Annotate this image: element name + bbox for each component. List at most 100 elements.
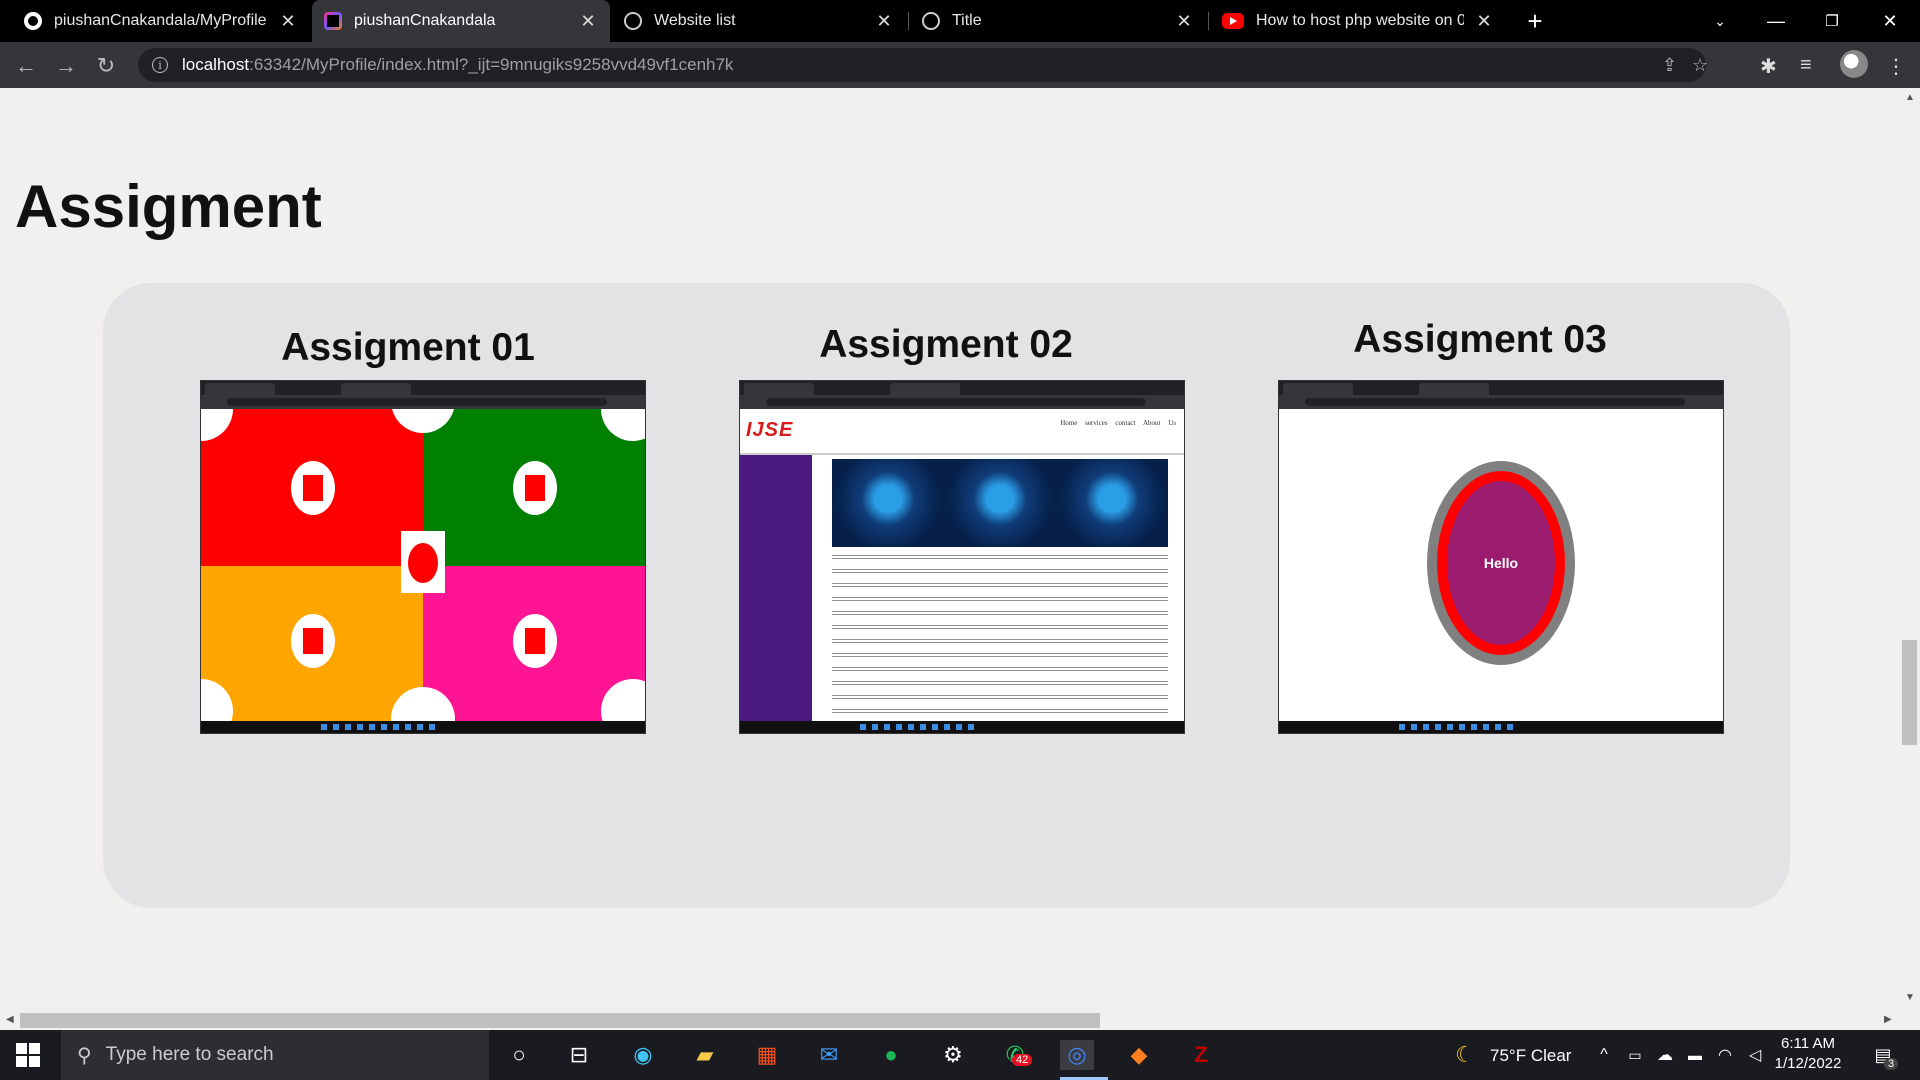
vertical-scroll-thumb[interactable] bbox=[1902, 640, 1917, 745]
close-icon[interactable]: ✕ bbox=[578, 11, 598, 32]
globe-icon bbox=[624, 12, 642, 30]
tab-search-icon[interactable]: ⌄ bbox=[1692, 0, 1748, 42]
taskbar-clock[interactable]: 6:11 AM 1/12/2022 bbox=[1768, 1034, 1848, 1074]
ijse-banner bbox=[832, 459, 1168, 547]
horizontal-scroll-thumb[interactable] bbox=[20, 1013, 1100, 1028]
globe-icon bbox=[922, 12, 940, 30]
spotify-icon[interactable]: ● bbox=[874, 1040, 908, 1070]
thumb-content: Hello bbox=[1279, 409, 1723, 723]
avatar[interactable] bbox=[1840, 50, 1868, 78]
text-block bbox=[832, 695, 1168, 701]
tab-separator bbox=[1208, 12, 1209, 30]
text-block bbox=[832, 667, 1168, 673]
intellij-taskbar-icon[interactable]: ◆ bbox=[1122, 1040, 1156, 1070]
tab-github[interactable]: piushanCnakandala/MyProfile: th ✕ bbox=[12, 0, 310, 42]
white-circle bbox=[291, 461, 335, 515]
red-square bbox=[525, 628, 545, 654]
chrome-icon[interactable]: ◎ bbox=[1060, 1040, 1094, 1070]
address-bar[interactable]: i localhost:63342/MyProfile/index.html?_… bbox=[138, 48, 1708, 82]
back-arrow-icon[interactable]: ← bbox=[10, 50, 42, 82]
search-placeholder: Type here to search bbox=[105, 1044, 274, 1065]
onedrive-icon[interactable]: ☁ bbox=[1648, 1040, 1682, 1070]
tab-title-page[interactable]: Title ✕ bbox=[910, 0, 1206, 42]
text-block bbox=[832, 681, 1168, 687]
settings-gear-icon[interactable]: ⚙ bbox=[936, 1040, 970, 1070]
text-block bbox=[832, 653, 1168, 659]
tab-separator bbox=[908, 12, 909, 30]
battery-icon[interactable]: ▬ bbox=[1678, 1040, 1712, 1070]
weather-moon-icon: ☾ bbox=[1455, 1042, 1475, 1067]
store-icon[interactable]: ▦ bbox=[750, 1040, 784, 1070]
windows-start-icon[interactable] bbox=[16, 1043, 40, 1067]
tab-title: piushanCnakandala bbox=[354, 12, 496, 29]
close-window-button[interactable]: ✕ bbox=[1862, 0, 1918, 42]
weather-text[interactable]: 75°F Clear bbox=[1490, 1046, 1571, 1066]
ijse-sidebar bbox=[740, 455, 812, 723]
text-block bbox=[832, 569, 1168, 575]
tab-youtube[interactable]: How to host php website on 000 ✕ bbox=[1210, 0, 1506, 42]
ijse-logo: IJSE bbox=[746, 419, 794, 441]
thumb-tab bbox=[205, 383, 275, 395]
tab-title: Title bbox=[952, 12, 982, 29]
scroll-right-arrow-icon[interactable]: ▶ bbox=[1884, 1014, 1892, 1025]
star-icon[interactable]: ☆ bbox=[1692, 55, 1708, 76]
clock-time: 6:11 AM bbox=[1781, 1035, 1835, 1052]
tab-website-list[interactable]: Website list ✕ bbox=[612, 0, 906, 42]
edge-icon[interactable]: ◉ bbox=[626, 1040, 660, 1070]
scroll-up-arrow-icon[interactable]: ▲ bbox=[1905, 92, 1915, 103]
clock-date: 1/12/2022 bbox=[1774, 1055, 1842, 1072]
text-block bbox=[832, 583, 1168, 589]
close-icon[interactable]: ✕ bbox=[278, 11, 298, 32]
assignment-03-title: Assigment 03 bbox=[1353, 318, 1607, 361]
tab-strip: piushanCnakandala/MyProfile: th ✕ piusha… bbox=[0, 0, 1920, 42]
info-icon[interactable]: i bbox=[152, 57, 168, 73]
cortana-icon[interactable]: ○ bbox=[502, 1040, 536, 1070]
extensions-icon[interactable]: ✱ bbox=[1760, 54, 1777, 79]
thumb-taskbar bbox=[740, 721, 1184, 733]
wifi-icon[interactable]: ◠ bbox=[1708, 1040, 1742, 1070]
reading-list-icon[interactable]: ≡ bbox=[1800, 54, 1812, 77]
filezilla-icon[interactable]: Z bbox=[1184, 1040, 1218, 1070]
thumb-addressbar bbox=[201, 395, 645, 409]
text-block bbox=[832, 639, 1168, 645]
orange-quadrant bbox=[201, 566, 423, 723]
hello-label: Hello bbox=[1447, 481, 1555, 645]
whatsapp-badge: 42 bbox=[1012, 1054, 1033, 1066]
thumb-tabbar bbox=[1279, 381, 1723, 395]
tab-intellij[interactable]: piushanCnakandala ✕ bbox=[312, 0, 610, 42]
task-view-icon[interactable]: ⊟ bbox=[562, 1040, 596, 1070]
restore-button[interactable]: ❐ bbox=[1804, 0, 1860, 42]
url-text[interactable]: localhost:63342/MyProfile/index.html?_ij… bbox=[182, 55, 733, 75]
white-circle bbox=[513, 461, 557, 515]
thumb-content: IJSE Home services contact About Us bbox=[740, 409, 1184, 723]
close-icon[interactable]: ✕ bbox=[1174, 11, 1194, 32]
thumb-taskbar bbox=[201, 721, 645, 733]
minimize-button[interactable]: — bbox=[1748, 0, 1804, 42]
assignment-01-thumbnail[interactable] bbox=[200, 380, 646, 734]
share-icon[interactable]: ⇪ bbox=[1662, 55, 1677, 76]
tab-title: Website list bbox=[654, 12, 736, 29]
assignment-02-thumbnail[interactable]: IJSE Home services contact About Us bbox=[739, 380, 1185, 734]
mail-icon[interactable]: ✉ bbox=[812, 1040, 846, 1070]
red-square bbox=[303, 475, 323, 501]
assignment-03-thumbnail[interactable]: Hello bbox=[1278, 380, 1724, 734]
center-square bbox=[401, 531, 445, 593]
reload-icon[interactable]: ↻ bbox=[90, 50, 122, 82]
vertical-scrollbar[interactable] bbox=[1900, 88, 1920, 1010]
youtube-icon bbox=[1222, 13, 1244, 29]
forward-arrow-icon[interactable]: → bbox=[50, 50, 82, 82]
thumb-taskbar bbox=[1279, 721, 1723, 733]
meet-now-icon[interactable]: ▭ bbox=[1618, 1040, 1652, 1070]
file-explorer-icon[interactable]: ▰ bbox=[688, 1040, 722, 1070]
volume-icon[interactable]: ◁ bbox=[1738, 1040, 1772, 1070]
assignments-panel: Assigment 01 Assigment 02 IJSE Home serv… bbox=[103, 283, 1790, 908]
page-title: Assigment bbox=[15, 173, 322, 240]
taskbar-search[interactable]: ⚲ Type here to search bbox=[61, 1030, 489, 1080]
new-tab-button[interactable]: + bbox=[1520, 6, 1550, 37]
close-icon[interactable]: ✕ bbox=[874, 11, 894, 32]
scroll-left-arrow-icon[interactable]: ◀ bbox=[6, 1014, 14, 1025]
close-icon[interactable]: ✕ bbox=[1474, 11, 1494, 32]
chevron-up-icon[interactable]: ^ bbox=[1587, 1040, 1621, 1070]
menu-icon[interactable]: ⋮ bbox=[1886, 54, 1906, 79]
scroll-down-arrow-icon[interactable]: ▼ bbox=[1905, 992, 1915, 1003]
